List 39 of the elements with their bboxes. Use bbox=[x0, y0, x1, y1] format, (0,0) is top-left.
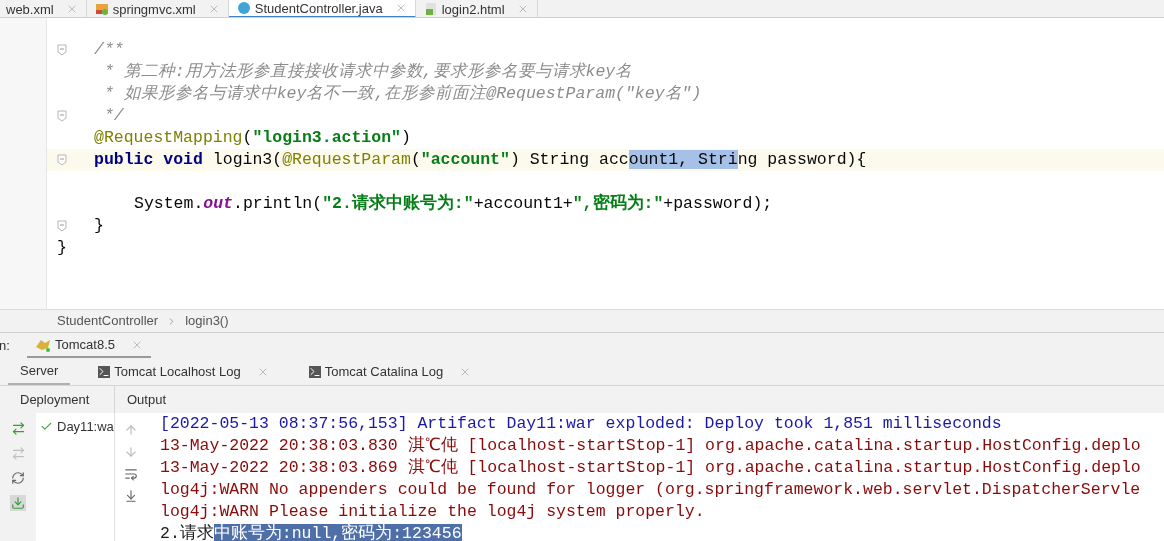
code-line: public void login3(@RequestParam("account") String account1, String password){ bbox=[94, 148, 867, 171]
refresh-icon[interactable] bbox=[11, 471, 25, 485]
code-line: } bbox=[57, 236, 67, 259]
code-line: * 如果形参名与请求中key名不一致,在形参前面注@RequestParam("key名") bbox=[102, 82, 702, 105]
server-tab[interactable]: Server bbox=[8, 359, 71, 385]
console-line: [2022-05-13 08:37:56,153] Artifact Day11:war exploded: Deploy took 1,851 milliseconds bbox=[160, 413, 1002, 435]
console-line: 2.请求中账号为:null,密码为:123456 bbox=[160, 523, 462, 541]
breadcrumb[interactable]: StudentController bbox=[57, 311, 159, 331]
console-line: 13-May-2022 20:38:03.830 淇℃伅 [localhost-startStop-1] org.apache.catalina.startup.HostConfig.deplo bbox=[160, 435, 1141, 457]
editor-tab[interactable]: StudentController.java bbox=[228, 0, 416, 17]
tomcat-icon bbox=[35, 337, 51, 352]
console-line: log4j:WARN Please initialize the log4j system properly. bbox=[160, 501, 705, 523]
run-tab[interactable]: Tomcat8.5 bbox=[27, 333, 151, 358]
code-line: */ bbox=[102, 104, 124, 127]
code-line: /** bbox=[94, 38, 124, 61]
fold-marker-icon[interactable] bbox=[56, 220, 67, 232]
file-icon bbox=[94, 2, 109, 16]
class-icon bbox=[236, 1, 251, 15]
fold-marker-icon[interactable] bbox=[56, 154, 67, 166]
code-line: System.out.println("2.请求中账号为:"+account1+",密码为:"+password); bbox=[134, 192, 773, 215]
console-line: 13-May-2022 20:38:03.869 淇℃伅 [localhost-startStop-1] org.apache.catalina.startup.HostConfig.deplo bbox=[160, 457, 1141, 479]
server-tab[interactable]: Tomcat Catalina Log bbox=[296, 359, 484, 385]
scroll-to-end-icon[interactable] bbox=[124, 489, 138, 503]
console-icon bbox=[98, 366, 111, 378]
console-icon bbox=[308, 366, 321, 378]
panel-header: Deployment bbox=[20, 390, 90, 409]
fold-marker-icon[interactable] bbox=[56, 110, 67, 122]
server-tab[interactable]: Tomcat Localhost Log bbox=[86, 359, 281, 385]
breadcrumb[interactable]: login3() bbox=[185, 311, 229, 331]
code-line: * 第二种:用方法形参直接接收请求中参数,要求形参名要与请求key名 bbox=[102, 60, 633, 83]
code-line: @RequestMapping("login3.action") bbox=[94, 126, 411, 149]
soft-wrap-icon[interactable] bbox=[124, 467, 138, 481]
run-label: n: bbox=[0, 336, 11, 355]
file-icon bbox=[423, 2, 438, 16]
deployment-item[interactable]: Day11:wa bbox=[57, 417, 114, 437]
fold-marker-icon[interactable] bbox=[56, 44, 67, 56]
console-line: log4j:WARN No appenders could be found for logger (org.springframework.web.servlet.DispatcherServle bbox=[160, 479, 1141, 501]
panel-header: Output bbox=[126, 390, 167, 409]
code-line: } bbox=[94, 214, 104, 237]
